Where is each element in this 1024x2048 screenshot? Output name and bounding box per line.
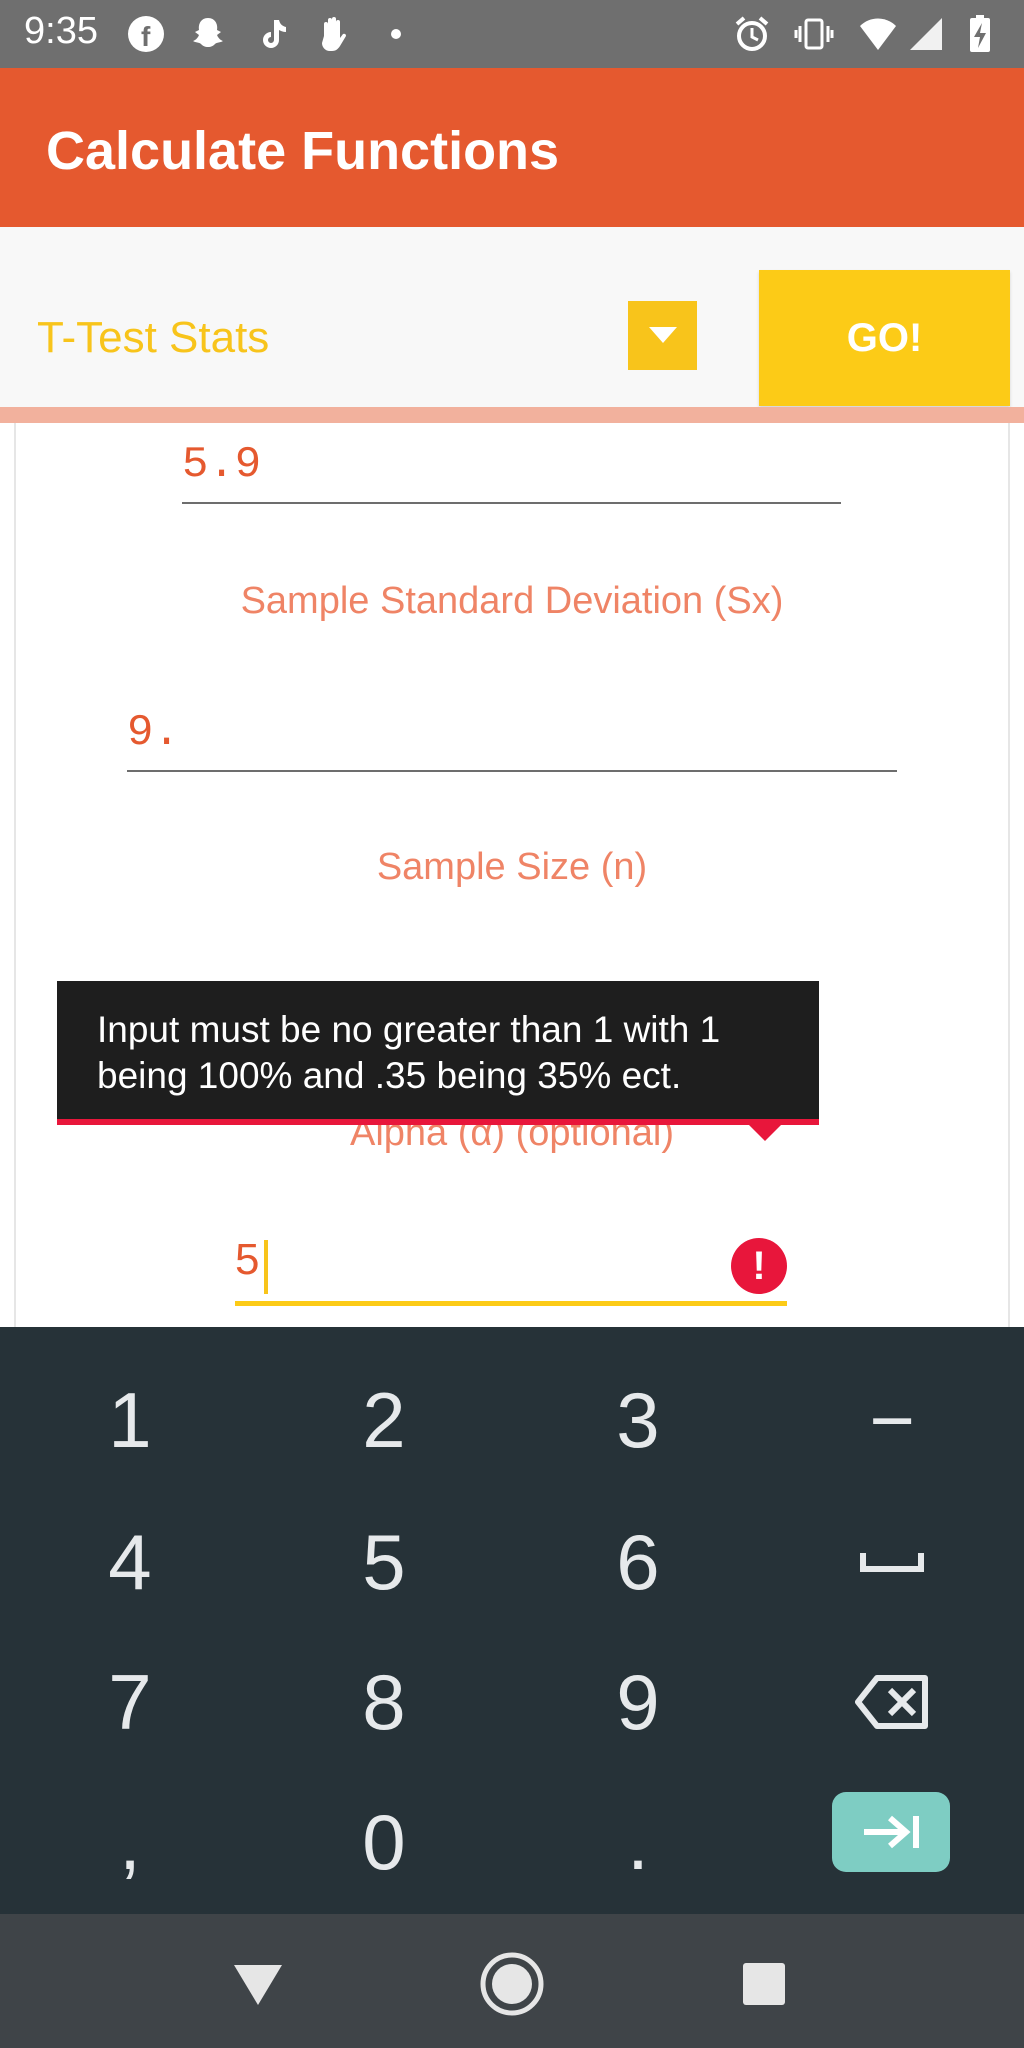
key-0[interactable]: 0: [258, 1772, 510, 1912]
wifi-icon: [858, 14, 898, 54]
home-button[interactable]: [472, 1944, 552, 2024]
tooltip-pointer: [749, 1125, 781, 1141]
back-button[interactable]: [218, 1944, 298, 2024]
navigation-bar: [0, 1914, 1024, 2048]
key-comma[interactable]: ,: [4, 1772, 256, 1912]
vibrate-icon: [794, 14, 834, 54]
mean-input[interactable]: 5.9: [182, 440, 261, 490]
sx-input-underline: [127, 770, 897, 772]
status-time: 9:35: [24, 10, 98, 52]
svg-text:f: f: [141, 21, 151, 52]
function-select[interactable]: T-Test Stats: [37, 313, 269, 363]
space-icon: [860, 1553, 924, 1572]
sx-label: Sample Standard Deviation (Sx): [240, 580, 784, 622]
chevron-down-icon: [649, 327, 677, 343]
mean-input-underline: [182, 502, 841, 504]
go-button[interactable]: GO!: [759, 270, 1010, 406]
key-minus[interactable]: −: [766, 1350, 1018, 1490]
key-period[interactable]: .: [512, 1772, 764, 1912]
alpha-input-underline: [235, 1301, 787, 1306]
key-2[interactable]: 2: [258, 1350, 510, 1490]
tab-next-icon: [864, 1815, 919, 1849]
space-key[interactable]: [766, 1492, 1018, 1632]
error-icon[interactable]: !: [731, 1238, 787, 1294]
battery-charging-icon: [960, 14, 1000, 54]
key-4[interactable]: 4: [4, 1492, 256, 1632]
back-triangle-icon: [234, 1965, 282, 2005]
alarm-icon: [732, 14, 772, 54]
tiktok-icon: [252, 14, 292, 54]
dropdown-button[interactable]: [628, 301, 697, 370]
error-tooltip: Input must be no greater than 1 with 1 b…: [57, 981, 819, 1125]
snapchat-icon: [188, 14, 228, 54]
app-bar: Calculate Functions: [0, 68, 1024, 227]
dot-icon: [384, 14, 424, 54]
page-title: Calculate Functions: [46, 121, 560, 181]
key-7[interactable]: 7: [4, 1632, 256, 1772]
next-key[interactable]: [832, 1792, 950, 1872]
backspace-key[interactable]: [766, 1632, 1018, 1772]
signal-icon: [906, 14, 946, 54]
n-label: Sample Size (n): [376, 846, 648, 888]
facebook-icon: f: [126, 14, 166, 54]
recents-square-icon: [743, 1963, 785, 2005]
sx-input[interactable]: 9.: [127, 708, 180, 758]
recents-button[interactable]: [724, 1944, 804, 2024]
key-9[interactable]: 9: [512, 1632, 764, 1772]
alpha-input[interactable]: 5: [235, 1235, 259, 1285]
divider: [0, 407, 1024, 423]
status-bar: 9:35 f: [0, 0, 1024, 68]
key-6[interactable]: 6: [512, 1492, 764, 1632]
text-caret: [264, 1240, 268, 1294]
backspace-icon: [855, 1675, 928, 1729]
key-5[interactable]: 5: [258, 1492, 510, 1632]
home-circle-icon: [480, 1952, 544, 2016]
key-3[interactable]: 3: [512, 1350, 764, 1490]
key-1[interactable]: 1: [4, 1350, 256, 1490]
hand-icon: [314, 14, 354, 54]
key-8[interactable]: 8: [258, 1632, 510, 1772]
